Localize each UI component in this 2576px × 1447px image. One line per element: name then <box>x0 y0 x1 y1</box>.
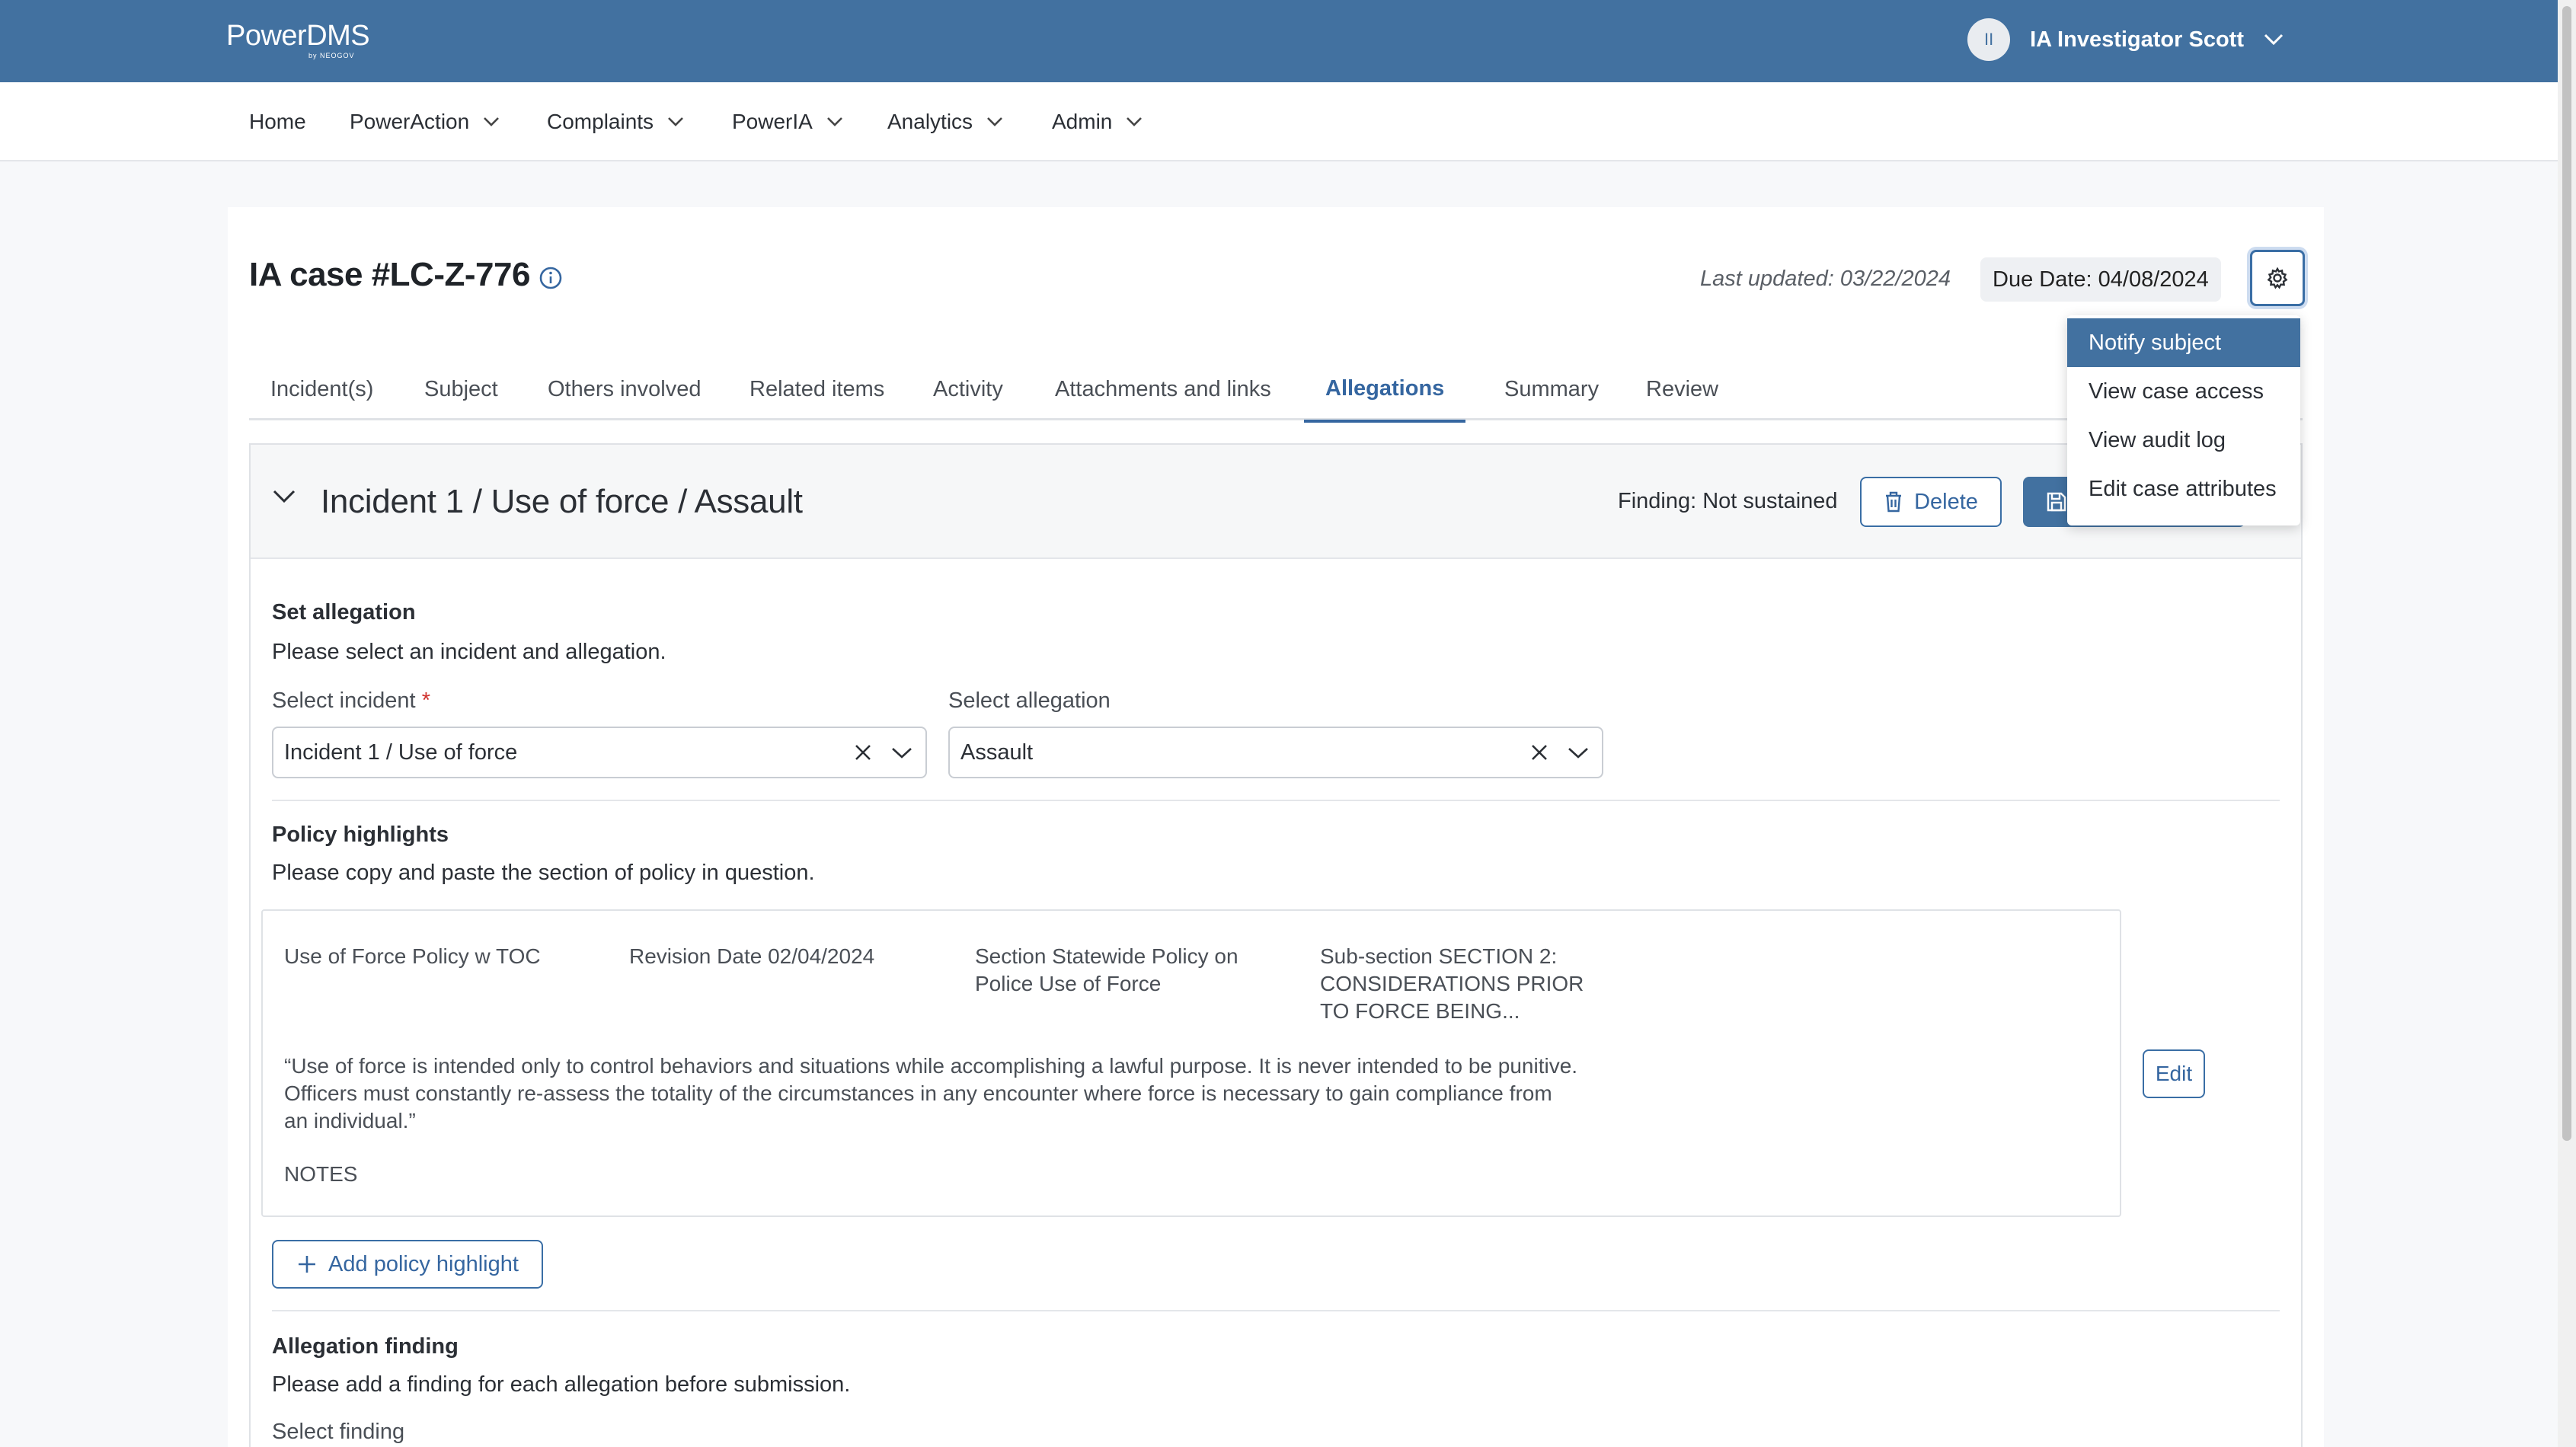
tab-activity[interactable]: Activity <box>912 358 1024 420</box>
chevron-down-icon <box>1127 117 1143 126</box>
tab-related-items[interactable]: Related items <box>728 358 906 420</box>
policy-section: Section Statewide Policy on Police Use o… <box>975 943 1238 998</box>
policy-subsection-line: TO FORCE BEING... <box>1320 999 1520 1023</box>
policy-highlights-title: Policy highlights <box>272 823 449 847</box>
chevron-down-icon[interactable] <box>2264 34 2284 46</box>
policy-section-line: Section Statewide Policy on <box>975 944 1238 968</box>
due-date-badge: Due Date: 04/08/2024 <box>1980 257 2221 302</box>
nav-complaints[interactable]: Complaints <box>547 82 684 161</box>
policy-highlight-card: Use of Force Policy w TOC Revision Date … <box>261 909 2121 1217</box>
nav-label: Analytics <box>887 110 973 133</box>
nav-home[interactable]: Home <box>249 82 306 161</box>
menu-item-notify-subject[interactable]: Notify subject <box>2067 318 2300 367</box>
edit-policy-button[interactable]: Edit <box>2143 1049 2205 1098</box>
chevron-down-icon <box>484 117 500 126</box>
trash-icon <box>1886 491 1902 513</box>
select-finding-label: Select finding <box>272 1420 405 1444</box>
policy-highlights-desc: Please copy and paste the section of pol… <box>272 861 815 885</box>
scrollbar-thumb[interactable] <box>2562 6 2571 1141</box>
chevron-down-icon <box>826 117 842 126</box>
nav-admin[interactable]: Admin <box>1052 82 1143 161</box>
policy-subsection-line: Sub-section SECTION 2: <box>1320 944 1558 968</box>
avatar: II <box>1967 18 2011 61</box>
nav-poweraction[interactable]: PowerAction <box>350 82 500 161</box>
policy-notes: NOTES <box>284 1162 358 1186</box>
gear-icon <box>2267 267 2288 289</box>
divider <box>272 1310 2280 1311</box>
info-icon[interactable] <box>538 265 564 291</box>
tab-allegations[interactable]: Allegations <box>1304 358 1466 423</box>
select-allegation-label: Select allegation <box>948 688 1111 713</box>
menu-item-view-audit-log[interactable]: View audit log <box>2067 416 2300 465</box>
policy-section-line: Police Use of Force <box>975 972 1162 995</box>
tab-incidents[interactable]: Incident(s) <box>249 358 395 420</box>
user-name: IA Investigator Scott <box>2030 27 2244 52</box>
chevron-down-icon <box>668 117 683 126</box>
required-marker: * <box>421 688 430 713</box>
nav-label: PowerIA <box>732 110 813 133</box>
nav-label: Complaints <box>547 110 654 133</box>
delete-button[interactable]: Delete <box>1860 477 2002 527</box>
set-allegation-desc: Please select an incident and allegation… <box>272 640 666 664</box>
policy-quote-line: “Use of force is intended only to contro… <box>284 1054 1578 1078</box>
menu-item-view-case-access[interactable]: View case access <box>2067 367 2300 416</box>
chevron-down-icon[interactable] <box>1567 742 1590 763</box>
chevron-down-icon[interactable] <box>272 489 296 504</box>
nav-label: PowerAction <box>350 110 470 133</box>
case-settings-menu: Notify subject View case access View aud… <box>2067 315 2300 525</box>
logo-text: PowerDMS <box>226 20 370 52</box>
nav-label: Home <box>249 110 306 133</box>
case-settings-button[interactable] <box>2250 250 2305 306</box>
allegation-finding-title: Allegation finding <box>272 1334 459 1359</box>
top-bar: PowerDMS by NEOGOV II IA Investigator Sc… <box>0 0 2558 82</box>
tab-subject[interactable]: Subject <box>403 358 519 420</box>
tab-summary[interactable]: Summary <box>1483 358 1620 420</box>
chevron-down-icon <box>987 117 1002 126</box>
last-updated-text: Last updated: 03/22/2024 <box>1700 267 1951 291</box>
tab-review[interactable]: Review <box>1625 358 1740 420</box>
plus-icon <box>299 1256 316 1273</box>
select-incident-label-text: Select incident <box>272 688 416 713</box>
select-incident-label: Select incident * <box>272 688 430 714</box>
clear-icon[interactable] <box>1529 742 1550 763</box>
delete-label: Delete <box>1914 489 1978 514</box>
clear-icon[interactable] <box>852 742 874 763</box>
policy-quote: “Use of force is intended only to contro… <box>284 1053 1701 1135</box>
case-tabs: Incident(s) Subject Others involved Rela… <box>249 358 2303 423</box>
tab-attachments-and-links[interactable]: Attachments and links <box>1034 358 1293 420</box>
select-allegation-value: Assault <box>960 739 1034 765</box>
nav-poweria[interactable]: PowerIA <box>732 82 843 161</box>
select-allegation-dropdown[interactable]: Assault <box>948 727 1603 778</box>
user-menu[interactable]: II IA Investigator Scott <box>1967 18 2284 61</box>
allegation-title: Incident 1 / Use of force / Assault <box>321 483 803 520</box>
allegation-finding-desc: Please add a finding for each allegation… <box>272 1372 851 1397</box>
allegation-panel-header: Incident 1 / Use of force / Assault Find… <box>251 445 2301 559</box>
select-incident-dropdown[interactable]: Incident 1 / Use of force <box>272 727 927 778</box>
policy-subsection: Sub-section SECTION 2: CONSIDERATIONS PR… <box>1320 943 1584 1025</box>
page-title: IA case #LC-Z-776 <box>249 256 530 293</box>
chevron-down-icon[interactable] <box>890 742 913 763</box>
nav-label: Admin <box>1052 110 1113 133</box>
tab-others-involved[interactable]: Others involved <box>526 358 723 420</box>
nav-analytics[interactable]: Analytics <box>887 82 1003 161</box>
add-policy-highlight-button[interactable]: Add policy highlight <box>272 1240 543 1289</box>
select-incident-value: Incident 1 / Use of force <box>284 739 518 765</box>
divider <box>272 800 2280 801</box>
finding-status: Finding: Not sustained <box>1618 489 1838 513</box>
menu-item-edit-case-attributes[interactable]: Edit case attributes <box>2067 465 2300 513</box>
add-policy-highlight-label: Add policy highlight <box>328 1251 519 1276</box>
policy-revision-date: Revision Date 02/04/2024 <box>629 944 875 968</box>
policy-quote-line: an individual.” <box>284 1109 416 1132</box>
set-allegation-title: Set allegation <box>272 600 416 624</box>
save-icon <box>2047 492 2066 512</box>
powerdms-logo[interactable]: PowerDMS by NEOGOV <box>226 20 370 59</box>
policy-subsection-line: CONSIDERATIONS PRIOR <box>1320 972 1584 995</box>
main-nav: Home PowerAction Complaints PowerIA Anal… <box>0 82 2558 161</box>
policy-quote-line: Officers must constantly re-assess the t… <box>284 1081 1552 1105</box>
logo-subtext: by NEOGOV <box>308 52 355 59</box>
policy-document: Use of Force Policy w TOC <box>284 944 541 968</box>
